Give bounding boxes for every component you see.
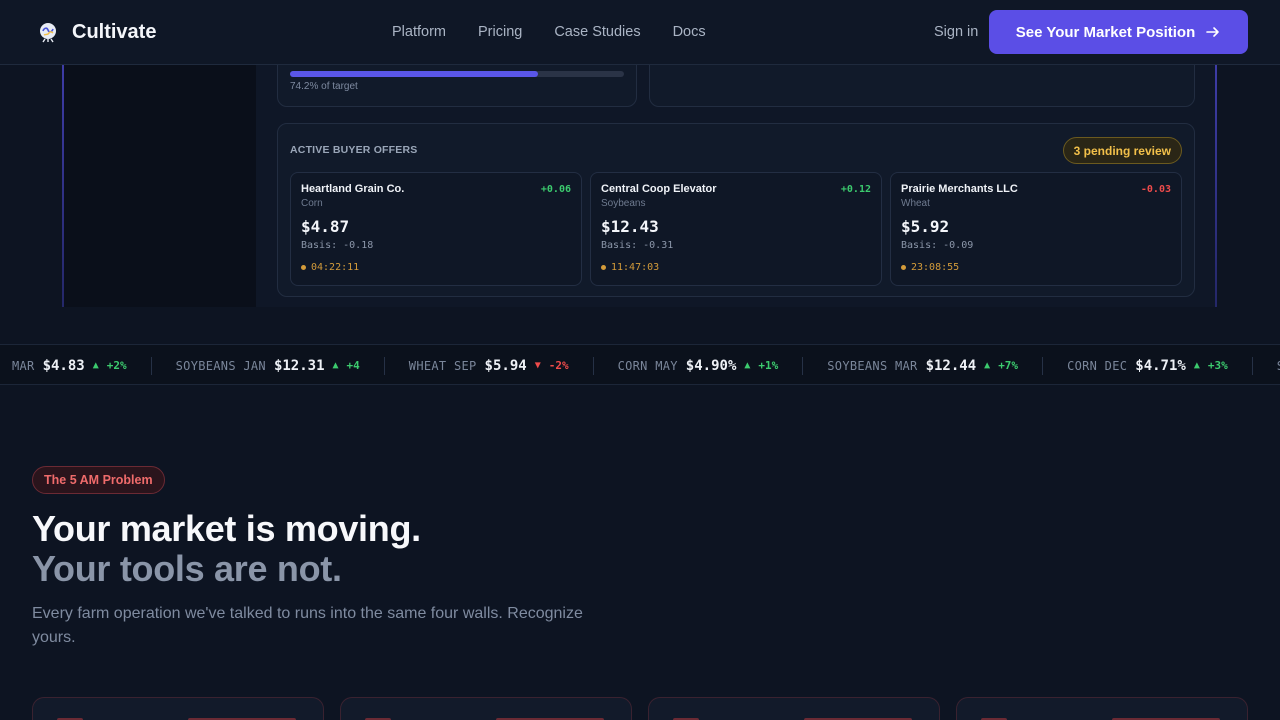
ticker-label: CORN DEC: [1067, 358, 1128, 373]
ticker-change: +1%: [758, 359, 779, 372]
ticker-row: MAR $4.83 ▲ +2% SOYBEANS JAN $12.31 ▲ +4…: [0, 345, 1280, 384]
ticker-item: SO: [1253, 357, 1280, 375]
problem-card[interactable]: [956, 697, 1248, 720]
offer-card[interactable]: Prairie Merchants LLC Wheat -0.03 $5.92 …: [890, 172, 1182, 286]
offer-timer-value: 04:22:11: [311, 262, 360, 273]
offer-card[interactable]: Central Coop Elevator Soybeans +0.12 $12…: [590, 172, 882, 286]
offer-basis: Basis: -0.31: [601, 240, 674, 251]
down-arrow-icon: ▼: [534, 360, 541, 371]
up-arrow-icon: ▲: [1193, 360, 1200, 371]
offer-timer: 23:08:55: [901, 262, 959, 273]
ticker-label: MAR: [12, 358, 35, 373]
problem-card[interactable]: [32, 697, 324, 720]
offer-timer-value: 23:08:55: [911, 262, 960, 273]
brand-name: Cultivate: [72, 20, 157, 43]
ticker-price: $5.94: [484, 357, 527, 374]
ticker-price: $12.44: [925, 357, 977, 374]
ticker-item: SOYBEANS JAN $12.31 ▲ +4: [152, 356, 385, 375]
preview-side-panel: [64, 65, 256, 307]
nav-link-docs[interactable]: Docs: [673, 24, 706, 40]
problem-badge: The 5 AM Problem: [32, 466, 165, 494]
up-arrow-icon: ▲: [744, 360, 751, 371]
offer-change: -0.03: [1140, 184, 1171, 195]
clock-dot-icon: [301, 265, 306, 270]
offer-crop: Corn: [301, 198, 323, 209]
problem-card[interactable]: [648, 697, 940, 720]
buyer-offers-panel: ACTIVE BUYER OFFERS 3 pending review Hea…: [277, 123, 1195, 297]
offer-buyer-name: Central Coop Elevator: [601, 183, 717, 195]
offer-crop: Wheat: [901, 198, 930, 209]
target-progress-bar: [290, 71, 624, 77]
brain-logo-icon: [40, 23, 56, 43]
pending-review-badge[interactable]: 3 pending review: [1062, 137, 1182, 164]
market-position-button[interactable]: See Your Market Position: [989, 10, 1248, 54]
cta-label: See Your Market Position: [1015, 23, 1196, 41]
nav-links: Platform Pricing Case Studies Docs: [392, 24, 706, 40]
offer-crop: Soybeans: [601, 198, 646, 209]
ticker-item: SOYBEANS MAR $12.44 ▲ +7%: [803, 356, 1044, 375]
offer-buyer-name: Prairie Merchants LLC: [901, 183, 1018, 195]
preview-edge-glow-left: [62, 65, 64, 307]
signin-link[interactable]: Sign in: [934, 24, 978, 40]
nav-link-case-studies[interactable]: Case Studies: [554, 24, 640, 40]
offer-change: +0.06: [540, 184, 571, 195]
offer-timer-value: 11:47:03: [611, 262, 660, 273]
ticker-item: MAR $4.83 ▲ +2%: [0, 356, 152, 375]
ticker-change: +2%: [106, 359, 127, 372]
ticker-price: $4.90%: [685, 357, 737, 374]
nav-link-pricing[interactable]: Pricing: [478, 24, 522, 40]
offer-change: +0.12: [840, 184, 871, 195]
nav-link-platform[interactable]: Platform: [392, 24, 446, 40]
ticker-label: SOYBEANS JAN: [175, 358, 266, 373]
ticker-change: +4: [346, 359, 360, 372]
buyer-offers-title: ACTIVE BUYER OFFERS: [290, 144, 418, 156]
ticker-price: $12.31: [273, 357, 325, 374]
offer-basis: Basis: -0.18: [301, 240, 374, 251]
top-navbar: Cultivate Platform Pricing Case Studies …: [0, 0, 1280, 65]
target-progress-label: 74.2% of target: [290, 81, 358, 92]
offer-price: $5.92: [901, 217, 950, 236]
offer-price: $12.43: [601, 217, 659, 236]
ticker-item: WHEAT SEP $5.94 ▼ -2%: [385, 356, 594, 375]
ticker-label: WHEAT SEP: [408, 358, 477, 373]
headline-secondary: Your tools are not.: [32, 548, 342, 589]
brand[interactable]: Cultivate: [36, 20, 156, 44]
hero-description: Every farm operation we've talked to run…: [32, 605, 583, 646]
ticker-price: $4.71%: [1135, 357, 1186, 374]
ticker-item: CORN MAY $4.90% ▲ +1%: [594, 356, 804, 375]
offer-timer: 11:47:03: [601, 262, 659, 273]
up-arrow-icon: ▲: [92, 360, 99, 371]
clock-dot-icon: [901, 265, 906, 270]
up-arrow-icon: ▲: [332, 360, 339, 371]
offer-buyer-name: Heartland Grain Co.: [301, 183, 405, 195]
arrow-right-icon: [1206, 27, 1220, 37]
clock-dot-icon: [601, 265, 606, 270]
ticker-item: CORN DEC $4.71% ▲ +3%: [1043, 356, 1253, 375]
price-ticker: MAR $4.83 ▲ +2% SOYBEANS JAN $12.31 ▲ +4…: [0, 344, 1280, 385]
ticker-change: +7%: [998, 359, 1019, 372]
up-arrow-icon: ▲: [984, 360, 991, 371]
target-progress-fill: [290, 71, 538, 77]
ticker-price: $4.83: [42, 357, 85, 374]
ticker-change: +3%: [1207, 359, 1228, 372]
ticker-label: CORN MAY: [617, 358, 678, 373]
offer-card[interactable]: Heartland Grain Co. Corn +0.06 $4.87 Bas…: [290, 172, 582, 286]
offer-basis: Basis: -0.09: [901, 240, 974, 251]
offer-timer: 04:22:11: [301, 262, 359, 273]
ticker-label: SOYBEANS MAR: [827, 358, 918, 373]
offer-price: $4.87: [301, 217, 350, 236]
headline-primary: Your market is moving.: [32, 508, 421, 549]
problem-card[interactable]: [340, 697, 632, 720]
ticker-change: -2%: [548, 359, 569, 372]
preview-edge-glow-right: [1215, 65, 1217, 307]
